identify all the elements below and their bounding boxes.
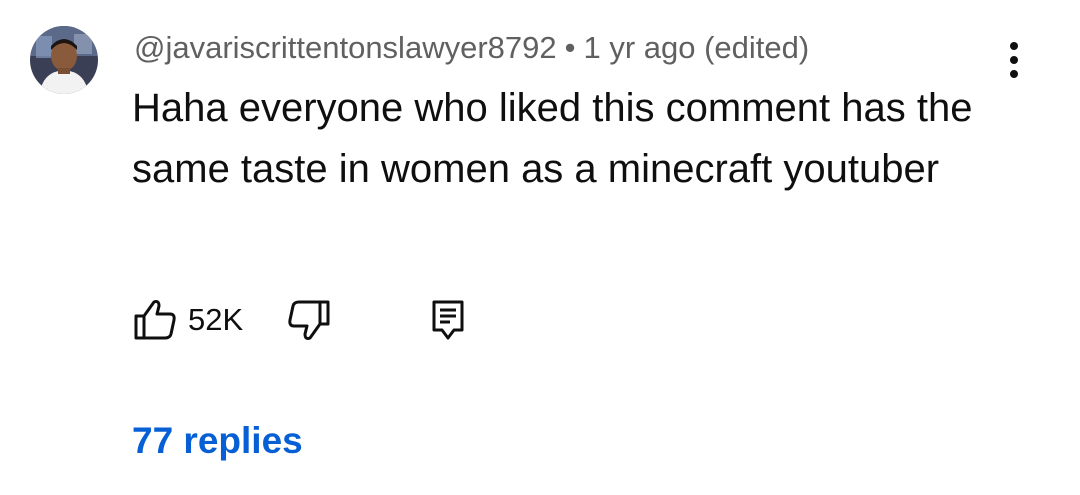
- comment-action-bar: 52K: [132, 294, 552, 346]
- vertical-ellipsis-icon: [1010, 42, 1018, 78]
- comment-thread: @javariscrittentonslawyer8792 • 1 yr ago (…: [0, 0, 1080, 495]
- dislike-button[interactable]: [284, 294, 332, 346]
- comment-menu-button[interactable]: [992, 34, 1036, 86]
- reply-button[interactable]: [426, 294, 470, 346]
- meta-separator: •: [564, 30, 576, 65]
- author-avatar[interactable]: [30, 26, 98, 94]
- like-button[interactable]: [132, 294, 180, 346]
- comment-body: Haha everyone who liked this comment has…: [132, 86, 973, 191]
- comment-header: @javariscrittentonslawyer8792 • 1 yr ago (…: [134, 26, 809, 70]
- comment-timestamp: 1 yr ago (edited): [583, 30, 810, 65]
- thumbs-down-icon: [288, 300, 330, 340]
- author-handle[interactable]: @javariscrittentonslawyer8792: [134, 30, 557, 65]
- thumbs-up-icon: [134, 300, 176, 340]
- view-replies-link[interactable]: 77 replies: [132, 416, 303, 466]
- reply-comment-icon: [432, 300, 464, 340]
- avatar-image: [30, 26, 98, 94]
- like-count: 52K: [188, 302, 244, 337]
